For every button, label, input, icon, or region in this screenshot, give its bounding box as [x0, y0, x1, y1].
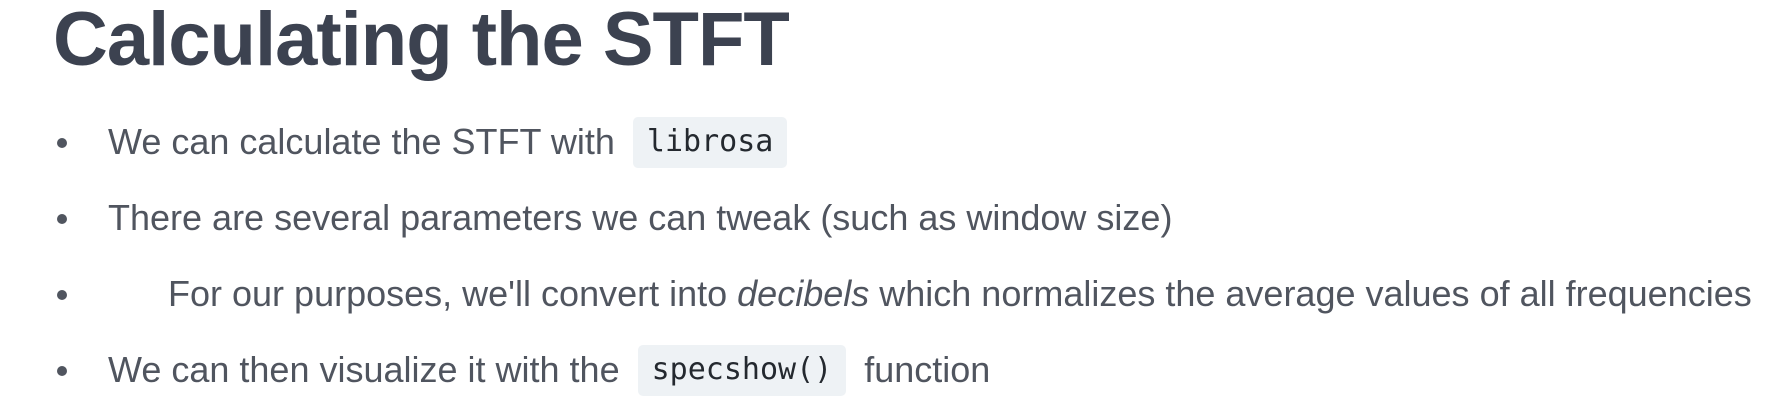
- bullet-item-librosa: We can calculate the STFT with librosa: [0, 104, 1752, 180]
- bullet-text: We can calculate the STFT with: [108, 121, 615, 162]
- bullet-dot-icon: [57, 290, 67, 300]
- bullet-text-post: which normalizes the average values of a…: [869, 273, 1752, 314]
- bullet-item-specshow: We can then visualize it with the specsh…: [0, 332, 1752, 408]
- bullet-text-post: function: [864, 349, 991, 390]
- bullet-item-decibels: For our purposes, we'll convert into dec…: [0, 256, 1752, 332]
- bullet-text: We can then visualize it with the: [108, 349, 620, 390]
- code-snippet-librosa: librosa: [632, 116, 788, 168]
- bullet-dot-icon: [57, 138, 67, 148]
- bullet-list: We can calculate the STFT with librosa T…: [0, 104, 1752, 408]
- bullet-text-pre: For our purposes, we'll convert into: [168, 273, 738, 314]
- bullet-dot-icon: [57, 366, 67, 376]
- emphasis-decibels: decibels: [737, 273, 870, 314]
- slide-title: Calculating the STFT: [53, 0, 790, 82]
- code-snippet-specshow: specshow(): [637, 344, 847, 396]
- bullet-dot-icon: [57, 214, 67, 224]
